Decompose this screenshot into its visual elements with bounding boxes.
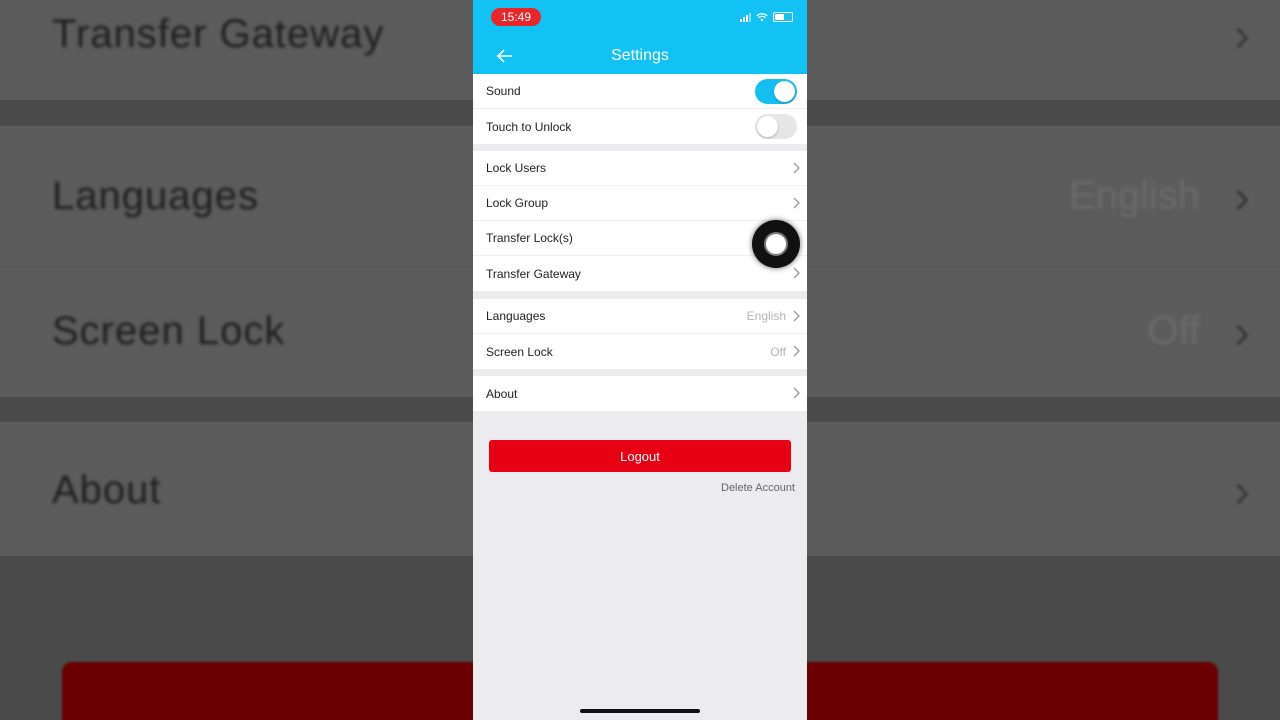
sound-toggle[interactable] xyxy=(755,79,797,104)
bg-chevron-icon: › xyxy=(1234,9,1250,62)
bg-row-value: Off xyxy=(1147,309,1200,353)
menu-item-transfer-gateway[interactable]: Transfer Gateway xyxy=(473,256,807,291)
wifi-icon xyxy=(756,12,768,21)
sound-label: Sound xyxy=(486,84,521,98)
touch-to-unlock-row: Touch to Unlock xyxy=(473,109,807,144)
menu-item-label: Languages xyxy=(486,309,546,323)
menu-item-languages[interactable]: Languages English xyxy=(473,299,807,334)
battery-icon xyxy=(773,12,793,22)
bg-row-label: Screen Lock xyxy=(52,309,286,353)
touch-to-unlock-label: Touch to Unlock xyxy=(486,119,572,134)
bg-chevron-icon: › xyxy=(1234,465,1250,518)
signal-icon xyxy=(740,12,751,22)
menu-item-about[interactable]: About xyxy=(473,376,807,411)
chevron-right-icon xyxy=(793,197,800,209)
screen-lock-value: Off xyxy=(770,344,786,359)
app-header: 15:49 Settings xyxy=(473,0,807,74)
toggle-group: Sound Touch to Unlock xyxy=(473,74,807,144)
touch-indicator xyxy=(752,220,800,268)
chevron-right-icon xyxy=(793,310,800,322)
preferences-menu-group: Languages English Screen Lock Off xyxy=(473,299,807,369)
chevron-right-icon xyxy=(793,345,800,357)
lock-menu-group: Lock Users Lock Group Transfer Lock(s) T… xyxy=(473,151,807,291)
touch-to-unlock-toggle[interactable] xyxy=(755,114,797,139)
chevron-right-icon xyxy=(793,387,800,399)
status-icons xyxy=(740,12,793,22)
languages-value: English xyxy=(746,309,786,323)
menu-item-label: Lock Group xyxy=(486,196,549,210)
home-indicator xyxy=(580,709,700,713)
menu-item-label: Transfer Lock(s) xyxy=(486,231,573,245)
bg-row-label: Transfer Gateway xyxy=(52,12,385,56)
menu-item-label: About xyxy=(486,386,518,401)
menu-item-label: Lock Users xyxy=(486,161,547,175)
status-time: 15:49 xyxy=(491,8,541,26)
phone-screen: 15:49 Settings Sound Touch to Unlock Loc… xyxy=(473,0,807,720)
bg-row-label: Languages xyxy=(52,174,259,218)
menu-item-label: Screen Lock xyxy=(486,344,553,359)
bg-row-label: About xyxy=(52,468,162,512)
menu-item-label: Transfer Gateway xyxy=(486,266,581,281)
menu-item-screen-lock[interactable]: Screen Lock Off xyxy=(473,334,807,369)
menu-item-lock-users[interactable]: Lock Users xyxy=(473,151,807,186)
sound-row: Sound xyxy=(473,74,807,109)
bg-chevron-icon: › xyxy=(1234,171,1250,224)
about-menu-group: About xyxy=(473,376,807,411)
bg-chevron-icon: › xyxy=(1234,306,1250,359)
menu-item-lock-group[interactable]: Lock Group xyxy=(473,186,807,221)
delete-account-link[interactable]: Delete Account xyxy=(721,482,795,494)
page-title: Settings xyxy=(611,47,669,64)
logout-button[interactable]: Logout xyxy=(489,440,791,472)
chevron-right-icon xyxy=(793,267,800,279)
bg-row-value: English xyxy=(1068,174,1200,218)
chevron-right-icon xyxy=(793,162,800,174)
